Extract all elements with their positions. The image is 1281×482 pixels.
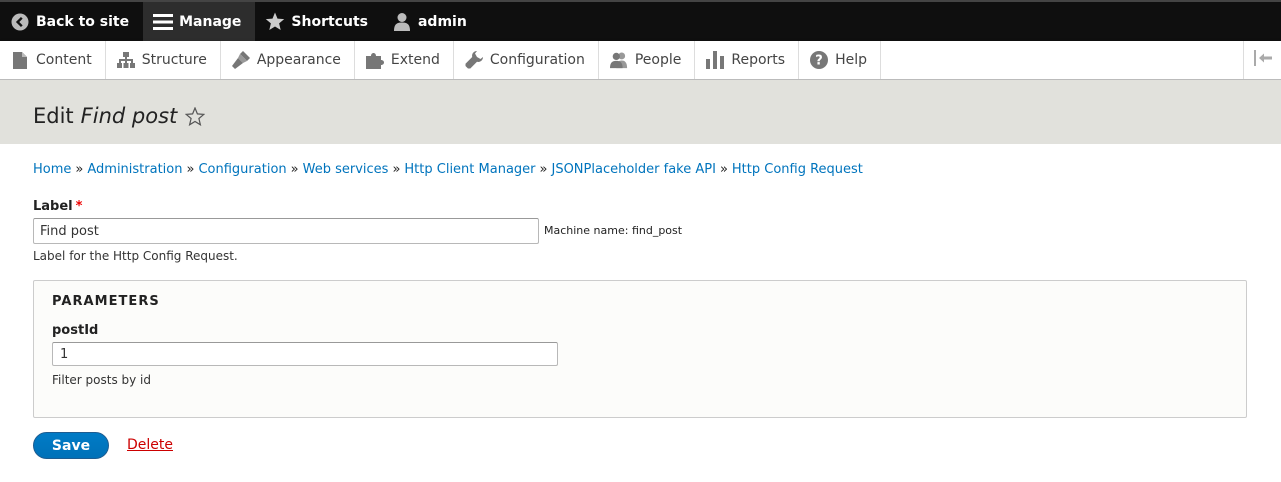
back-to-site-link[interactable]: Back to site <box>0 2 143 41</box>
label-field-title: Label <box>33 199 73 214</box>
required-marker: * <box>75 199 83 214</box>
label-input[interactable] <box>33 218 539 244</box>
breadcrumb-web-services[interactable]: Web services <box>303 162 389 177</box>
tray-orientation-toggle[interactable] <box>1243 41 1281 79</box>
tray-item-label: Configuration <box>489 52 585 68</box>
postid-label: postId <box>52 323 99 338</box>
user-icon <box>392 12 412 32</box>
breadcrumb-jsonplaceholder-api[interactable]: JSONPlaceholder fake API <box>551 162 715 177</box>
tray-item-reports[interactable]: Reports <box>695 41 800 79</box>
star-icon <box>265 12 285 32</box>
shortcuts-label: Shortcuts <box>291 13 368 30</box>
manage-label: Manage <box>179 13 242 30</box>
breadcrumb-separator: » <box>290 162 299 177</box>
tray-item-label: Help <box>835 52 867 68</box>
page-title-prefix: Edit <box>33 104 74 128</box>
wrench-icon <box>465 51 483 69</box>
parameters-fieldset: PARAMETERS postId Filter posts by id <box>33 280 1247 418</box>
machine-name: Machine name: find_post <box>544 224 683 237</box>
breadcrumb-configuration[interactable]: Configuration <box>198 162 286 177</box>
file-icon <box>11 51 29 69</box>
breadcrumb-separator: » <box>75 162 84 177</box>
sitemap-icon <box>116 51 135 69</box>
postid-description: Filter posts by id <box>52 373 151 387</box>
label-field-label: Label * <box>33 199 82 214</box>
tray-item-label: Content <box>36 52 92 68</box>
hamburger-icon <box>153 12 174 32</box>
shortcuts-tab[interactable]: Shortcuts <box>255 2 382 41</box>
tray-item-label: Appearance <box>256 52 341 68</box>
delete-link[interactable]: Delete <box>127 437 173 453</box>
breadcrumb-administration[interactable]: Administration <box>87 162 182 177</box>
puzzle-icon <box>365 51 384 69</box>
people-icon <box>609 51 628 69</box>
page-title-entity: Find post <box>80 104 178 128</box>
tray-item-label: Reports <box>731 52 786 68</box>
breadcrumb-separator: » <box>186 162 195 177</box>
breadcrumb-separator: » <box>392 162 401 177</box>
tray-item-label: Extend <box>390 52 440 68</box>
collapse-left-icon <box>1253 50 1273 70</box>
shortcut-star-icon[interactable] <box>185 106 206 126</box>
page-header: Edit Find post <box>0 80 1281 144</box>
save-button[interactable]: Save <box>33 432 109 459</box>
label-description: Label for the Http Config Request. <box>33 249 238 263</box>
tray-item-appearance[interactable]: Appearance <box>221 41 355 79</box>
bar-chart-icon <box>706 51 725 69</box>
back-to-site-label: Back to site <box>36 13 130 30</box>
admin-toolbar: Back to site Manage Shortcuts admin <box>0 0 1281 41</box>
manage-tab[interactable]: Manage <box>143 2 256 41</box>
breadcrumb-separator: » <box>539 162 548 177</box>
breadcrumb-http-client-manager[interactable]: Http Client Manager <box>404 162 535 177</box>
tray-item-extend[interactable]: Extend <box>355 41 454 79</box>
breadcrumb-home[interactable]: Home <box>33 162 71 177</box>
parameters-legend: PARAMETERS <box>52 294 160 309</box>
admin-tray: Content Structure Appearance Extend Conf… <box>0 41 1281 80</box>
user-label: admin <box>417 13 467 30</box>
breadcrumb-http-config-request[interactable]: Http Config Request <box>732 162 863 177</box>
tray-item-label: Structure <box>141 52 207 68</box>
user-tab[interactable]: admin <box>382 2 481 41</box>
tray-item-label: People <box>634 52 682 68</box>
postid-input[interactable] <box>52 342 558 366</box>
breadcrumb-separator: » <box>719 162 728 177</box>
svg-text:?: ? <box>815 54 823 69</box>
tray-item-content[interactable]: Content <box>0 41 106 79</box>
tray-item-help[interactable]: ? Help <box>799 41 881 79</box>
paintbrush-icon <box>231 51 250 69</box>
help-icon: ? <box>810 51 829 69</box>
tray-item-configuration[interactable]: Configuration <box>454 41 599 79</box>
tray-item-structure[interactable]: Structure <box>106 41 221 79</box>
breadcrumb: Home» Administration» Configuration» Web se… <box>33 162 863 177</box>
page-title: Edit Find post <box>33 104 206 128</box>
tray-item-people[interactable]: People <box>599 41 696 79</box>
chevron-left-circle-icon <box>10 12 30 32</box>
